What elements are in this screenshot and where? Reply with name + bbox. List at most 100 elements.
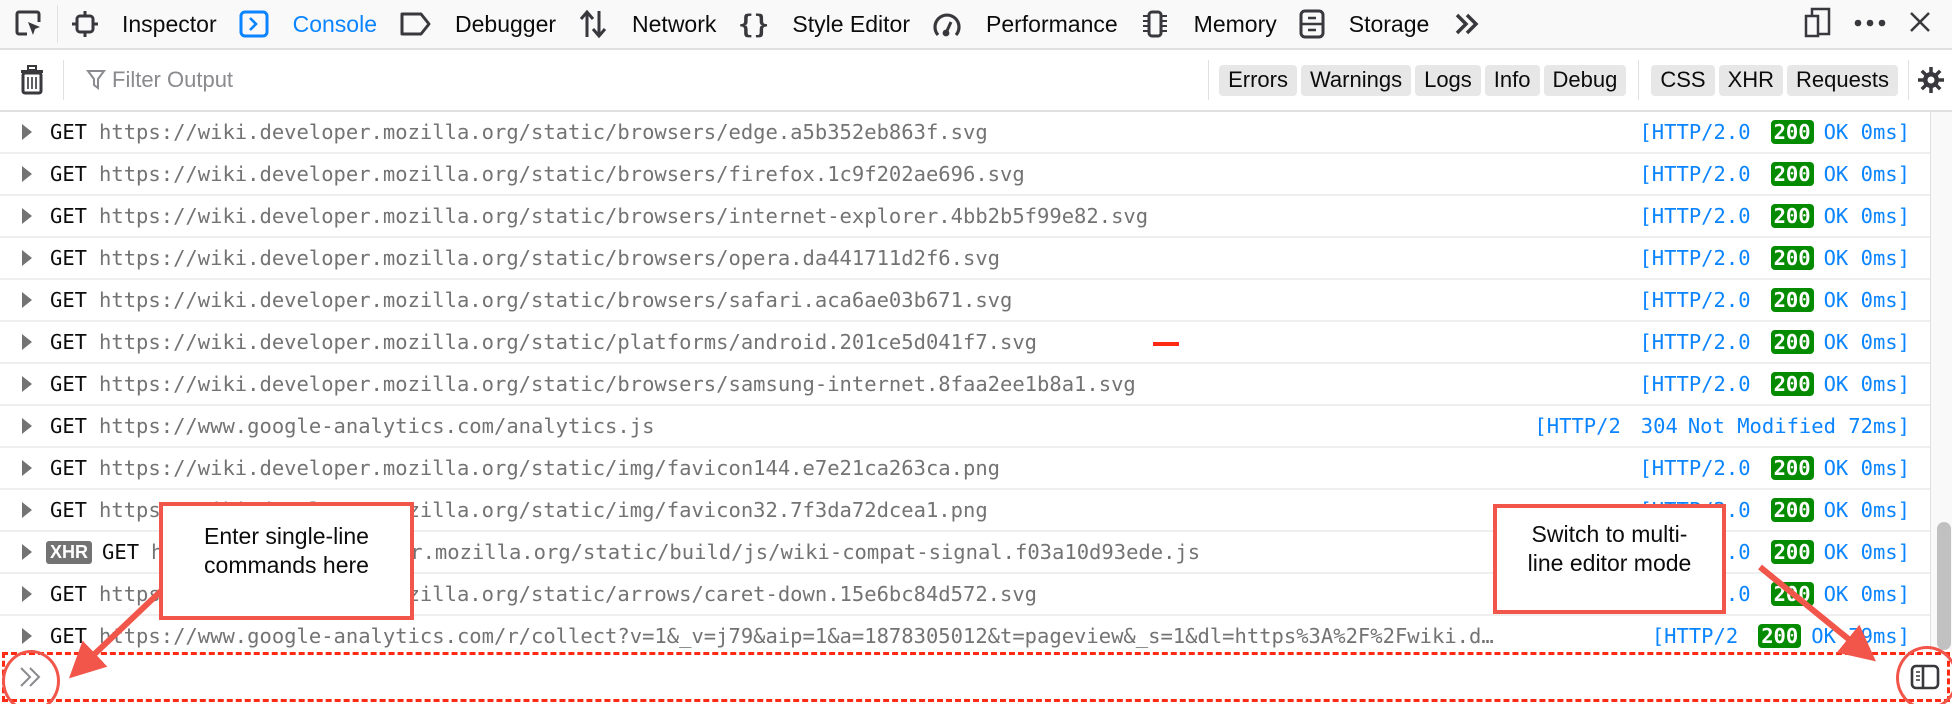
response-status: [HTTP/2 304 Not Modified 72ms]: [1514, 414, 1930, 438]
editor-mode-toggle-button[interactable]: [1910, 664, 1940, 690]
tab-console[interactable]: Console: [231, 0, 391, 48]
inspector-icon: [72, 10, 110, 38]
console-settings-button[interactable]: [1908, 60, 1952, 100]
tab-storage[interactable]: Storage: [1291, 0, 1444, 48]
filter-info-button[interactable]: Info: [1484, 64, 1540, 96]
scrollbar-thumb[interactable]: [1937, 522, 1951, 650]
status-text: OK 0ms]: [1823, 540, 1910, 564]
request-url[interactable]: https://wiki.developer.mozilla.org/stati…: [99, 372, 1136, 396]
status-text: OK 0ms]: [1823, 204, 1910, 228]
expand-twisty-icon[interactable]: [0, 334, 34, 350]
status-text: OK 0ms]: [1823, 330, 1910, 354]
console-command-input[interactable]: [56, 665, 1910, 689]
filter-logs-button[interactable]: Logs: [1415, 64, 1481, 96]
network-log-row[interactable]: GET https://wiki.developer.mozilla.org/st…: [0, 322, 1930, 364]
network-log-row[interactable]: GET https://www.google-analytics.com/anal…: [0, 406, 1930, 448]
request-url[interactable]: https://wiki.developer.mozilla.org/stati…: [99, 204, 1148, 228]
expand-twisty-icon[interactable]: [0, 586, 34, 602]
request-url[interactable]: https://wiki.developer.mozilla.org/stati…: [99, 162, 1025, 186]
request-method: GET: [50, 330, 88, 354]
element-picker-button[interactable]: [0, 5, 58, 43]
trash-icon: [20, 65, 43, 95]
protocol: [HTTP/2.0: [1639, 120, 1751, 144]
style-editor-icon: {}: [738, 9, 780, 39]
expand-twisty-icon[interactable]: [0, 250, 34, 266]
callout-text: Switch to multi-line editor mode: [1527, 521, 1692, 576]
filter-xhr-button[interactable]: XHR: [1718, 64, 1784, 96]
chevrons-right-icon: [1456, 13, 1479, 35]
expand-twisty-icon[interactable]: [0, 418, 34, 434]
console-input-line: [0, 650, 1952, 704]
more-tools-button[interactable]: [1443, 0, 1491, 48]
network-log-row[interactable]: GET https://wiki.developer.mozilla.org/st…: [0, 196, 1930, 238]
more-icon: [1854, 19, 1886, 27]
status-code-badge: 200: [1770, 162, 1814, 186]
storage-icon: [1299, 9, 1337, 39]
network-log-row[interactable]: GET https://wiki.developer.mozilla.org/st…: [0, 238, 1930, 280]
tab-memory[interactable]: Memory: [1132, 0, 1291, 48]
status-code-badge: 200: [1758, 624, 1802, 648]
expand-twisty-icon[interactable]: [0, 124, 34, 140]
filter-output-input[interactable]: [112, 67, 612, 93]
request-url[interactable]: https://www.google-analytics.com/r/colle…: [99, 624, 1494, 648]
request-url[interactable]: https://wiki.developer.mozilla.org/stati…: [99, 246, 1000, 270]
status-code-badge: 200: [1770, 372, 1814, 396]
tab-debugger[interactable]: Debugger: [391, 0, 570, 48]
filter-requests-button[interactable]: Requests: [1787, 64, 1898, 96]
request-url[interactable]: https://wiki.developer.mozilla.org/stati…: [99, 330, 1037, 354]
responsive-design-button[interactable]: [1804, 6, 1832, 43]
clear-console-button[interactable]: [0, 60, 64, 100]
response-status: [HTTP/2.0 200 OK 0ms]: [1619, 372, 1930, 396]
tab-label: Console: [292, 10, 377, 37]
status-code-badge: 200: [1770, 540, 1814, 564]
close-icon: [1910, 11, 1930, 32]
filter-debug-button[interactable]: Debug: [1543, 64, 1627, 96]
expand-twisty-icon[interactable]: [0, 208, 34, 224]
menu-button[interactable]: [1854, 15, 1886, 33]
filter-errors-button[interactable]: Errors: [1219, 64, 1297, 96]
tab-network[interactable]: Network: [570, 0, 730, 48]
expand-twisty-icon[interactable]: [0, 502, 34, 518]
request-url[interactable]: https://wiki.developer.mozilla.org/stati…: [99, 456, 1000, 480]
network-log-row[interactable]: GET https://wiki.developer.mozilla.org/st…: [0, 112, 1930, 154]
status-text: OK 79ms]: [1811, 624, 1910, 648]
network-log-row[interactable]: GET https://wiki.developer.mozilla.org/st…: [0, 280, 1930, 322]
request-url[interactable]: https://wiki.developer.mozilla.org/stati…: [99, 120, 988, 144]
protocol: [HTTP/2.0: [1639, 162, 1751, 186]
expand-twisty-icon[interactable]: [0, 166, 34, 182]
request-url[interactable]: https://www.google-analytics.com/analyti…: [99, 414, 654, 438]
status-text: OK 0ms]: [1823, 456, 1910, 480]
protocol: [HTTP/2.0: [1639, 330, 1751, 354]
close-button[interactable]: [1908, 10, 1932, 39]
protocol: [HTTP/2.0: [1639, 372, 1751, 396]
request-method: GET: [50, 414, 88, 438]
tab-style-editor[interactable]: {} Style Editor: [730, 0, 924, 48]
expand-twisty-icon[interactable]: [0, 544, 34, 560]
request-method: GET: [50, 372, 88, 396]
expand-twisty-icon[interactable]: [0, 460, 34, 476]
expand-twisty-icon[interactable]: [0, 628, 34, 644]
expand-twisty-icon[interactable]: [0, 376, 34, 392]
status-text: OK 0ms]: [1823, 372, 1910, 396]
response-status: [HTTP/2.0 200 OK 0ms]: [1619, 120, 1930, 144]
status-code-badge: 200: [1770, 204, 1814, 228]
filter-css-button[interactable]: CSS: [1651, 64, 1715, 96]
status-code-badge: 200: [1770, 582, 1814, 606]
response-status: [HTTP/2.0 200 OK 0ms]: [1619, 162, 1930, 186]
network-log-row[interactable]: GET https://wiki.developer.mozilla.org/st…: [0, 364, 1930, 406]
filter-icon: [86, 70, 106, 90]
request-method: GET: [102, 540, 140, 564]
prompt-chevron-icon: [18, 666, 44, 688]
tab-inspector[interactable]: Inspector: [64, 0, 231, 48]
filter-warnings-button[interactable]: Warnings: [1300, 64, 1412, 96]
annotation-callout-multi-line: Switch to multi-line editor mode: [1493, 504, 1726, 614]
network-icon: [578, 9, 620, 39]
request-url[interactable]: https://wiki.developer.mozilla.org/stati…: [99, 288, 1012, 312]
tab-performance[interactable]: Performance: [924, 0, 1132, 48]
output-scrollbar[interactable]: [1930, 112, 1952, 650]
request-method: GET: [50, 624, 88, 648]
expand-twisty-icon[interactable]: [0, 292, 34, 308]
network-log-row[interactable]: GET https://wiki.developer.mozilla.org/st…: [0, 448, 1930, 490]
network-log-row[interactable]: GET https://wiki.developer.mozilla.org/st…: [0, 154, 1930, 196]
network-log-row[interactable]: GET https://www.google-analytics.com/r/co…: [0, 616, 1930, 650]
